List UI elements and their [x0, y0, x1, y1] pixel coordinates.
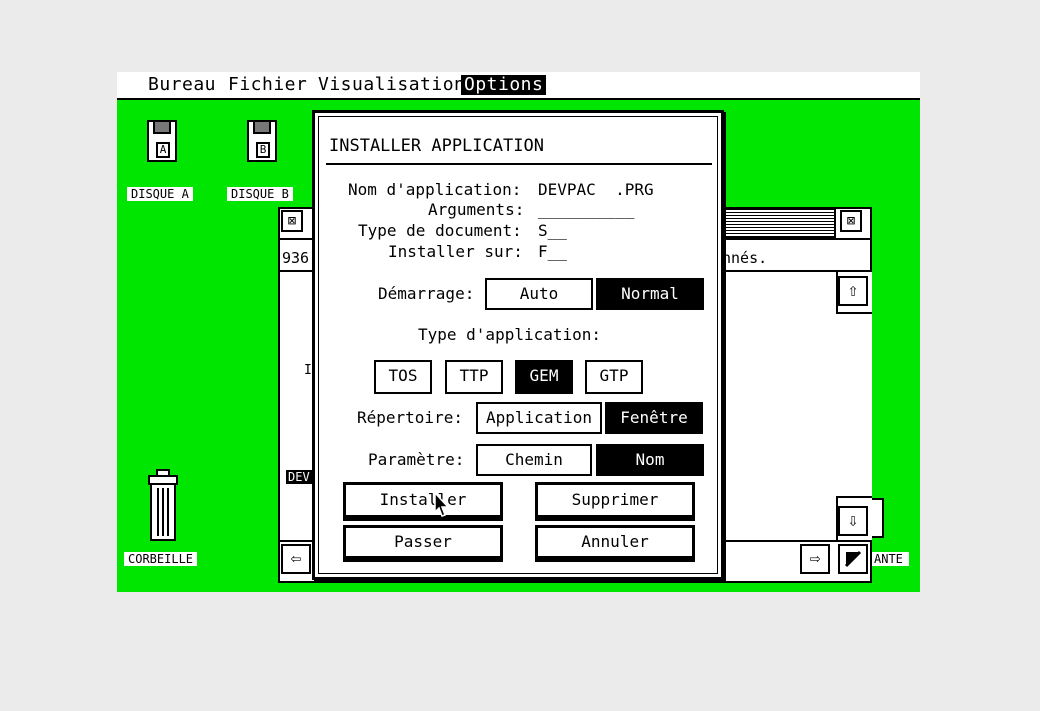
- startup-auto-button[interactable]: Auto: [485, 278, 593, 310]
- app-name-value: DEVPAC .PRG: [538, 180, 654, 199]
- directory-label: Répertoire:: [357, 408, 463, 427]
- floppy-disk-icon: B: [247, 120, 277, 162]
- parameter-name-button[interactable]: Nom: [596, 444, 704, 476]
- doc-type-field[interactable]: S__: [538, 222, 567, 240]
- scroll-right-icon[interactable]: ⇨: [800, 544, 830, 574]
- disk-a-icon-group[interactable]: A: [145, 118, 185, 188]
- menu-fichier[interactable]: Fichier: [225, 75, 310, 95]
- cancel-button[interactable]: Annuler: [535, 525, 695, 559]
- window-full-icon[interactable]: ⊠: [840, 210, 862, 232]
- window-item-fragment: I: [304, 363, 312, 378]
- directory-application-button[interactable]: Application: [476, 402, 602, 434]
- app-type-label: Type d'application:: [418, 325, 602, 344]
- mouse-pointer-icon: [434, 491, 450, 518]
- window-close-icon[interactable]: ⊠: [281, 210, 303, 232]
- scroll-left-icon[interactable]: ⇦: [281, 544, 311, 574]
- window-title-bar[interactable]: [720, 207, 836, 239]
- menu-visualisation[interactable]: Visualisation: [315, 75, 468, 95]
- app-name-label: Nom d'application:: [348, 180, 522, 199]
- scroll-up-icon[interactable]: ⇧: [838, 276, 868, 306]
- startup-label: Démarrage:: [378, 284, 475, 303]
- app-type-tos-button[interactable]: TOS: [374, 360, 432, 394]
- disk-b-label: DISQUE B: [227, 187, 293, 201]
- disk-a-label: DISQUE A: [127, 187, 193, 201]
- args-field[interactable]: __________: [538, 201, 634, 219]
- printer-label: ANTE: [868, 552, 909, 566]
- dialog-title: INSTALLER APPLICATION: [329, 136, 544, 156]
- trash-icon[interactable]: [148, 468, 178, 544]
- remove-button[interactable]: Supprimer: [535, 482, 695, 518]
- app-type-ttp-button[interactable]: TTP: [445, 360, 503, 394]
- app-type-gtp-button[interactable]: GTP: [585, 360, 643, 394]
- window-info-left: 936: [282, 249, 310, 267]
- parameter-label: Paramètre:: [368, 450, 465, 469]
- menu-bar: Bureau Fichier Visualisation Options: [117, 72, 920, 100]
- skip-button[interactable]: Passer: [343, 525, 503, 559]
- trash-label: CORBEILLE: [124, 552, 198, 566]
- resize-icon[interactable]: [838, 544, 868, 574]
- disk-b-letter: B: [256, 142, 270, 158]
- disk-a-letter: A: [156, 142, 170, 158]
- window-info-right: nnés.: [722, 249, 768, 267]
- vertical-scroll-track[interactable]: [836, 312, 872, 498]
- install-on-label: Installer sur:: [388, 242, 523, 261]
- title-divider: [326, 163, 712, 165]
- doc-type-label: Type de document:: [358, 221, 522, 240]
- disk-b-icon-group[interactable]: B: [245, 118, 285, 188]
- window-item-label[interactable]: DEV: [286, 470, 312, 484]
- parameter-path-button[interactable]: Chemin: [476, 444, 592, 476]
- startup-normal-button[interactable]: Normal: [596, 278, 704, 310]
- directory-window-button[interactable]: Fenêtre: [605, 402, 703, 434]
- install-button[interactable]: Installer: [343, 482, 503, 518]
- install-on-field[interactable]: F__: [538, 243, 567, 261]
- app-type-gem-button[interactable]: GEM: [515, 360, 573, 394]
- args-label: Arguments:: [428, 200, 525, 219]
- menu-options[interactable]: Options: [461, 75, 547, 95]
- menu-bureau[interactable]: Bureau: [145, 75, 219, 95]
- scroll-down-icon[interactable]: ⇩: [838, 506, 868, 536]
- floppy-disk-icon: A: [147, 120, 177, 162]
